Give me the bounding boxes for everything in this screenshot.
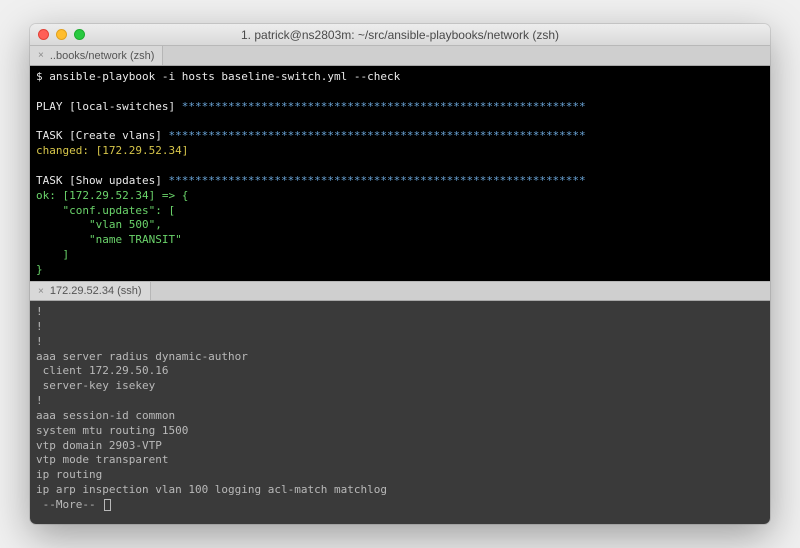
out-line: vtp domain 2903-VTP <box>36 439 162 452</box>
transit-line: "name TRANSIT" <box>36 233 182 246</box>
out-line: ! <box>36 335 43 348</box>
window-title: 1. patrick@ns2803m: ~/src/ansible-playbo… <box>30 28 770 42</box>
task2-label: TASK [Show updates] <box>36 174 168 187</box>
close-tab-icon[interactable]: × <box>38 286 44 297</box>
minimize-icon[interactable] <box>56 29 67 40</box>
command-text: ansible-playbook -i hosts baseline-switc… <box>49 70 400 83</box>
vlan-line: "vlan 500", <box>36 218 162 231</box>
out-line: ! <box>36 320 43 333</box>
traffic-lights <box>38 29 85 40</box>
cursor-icon <box>104 499 111 511</box>
out-line: ! <box>36 394 43 407</box>
ok-arrow: => { <box>155 189 188 202</box>
out-line: aaa server radius dynamic-author <box>36 350 248 363</box>
close-icon[interactable] <box>38 29 49 40</box>
task1-stars: ****************************************… <box>168 129 585 142</box>
task2-stars: ****************************************… <box>168 174 585 187</box>
out-line: system mtu routing 1500 <box>36 424 188 437</box>
out-line: ! <box>36 305 43 318</box>
changed-host: [172.29.52.34] <box>96 144 189 157</box>
prompt: $ <box>36 70 49 83</box>
out-line: ip routing <box>36 468 102 481</box>
terminal-window: 1. patrick@ns2803m: ~/src/ansible-playbo… <box>30 24 770 524</box>
conf-key: "conf.updates": [ <box>36 204 175 217</box>
out-line: aaa session-id common <box>36 409 175 422</box>
out-line: client 172.29.50.16 <box>36 364 168 377</box>
task1-label: TASK [Create vlans] <box>36 129 168 142</box>
terminal-pane-bottom[interactable]: ! ! ! aaa server radius dynamic-author c… <box>30 301 770 524</box>
changed-prefix: changed: <box>36 144 96 157</box>
close-bracket: ] <box>36 248 69 261</box>
play-stars: ****************************************… <box>182 100 586 113</box>
out-line: ip arp inspection vlan 100 logging acl-m… <box>36 483 387 496</box>
bottom-tabbar: × 172.29.52.34 (ssh) <box>30 281 770 301</box>
ok-prefix: ok: <box>36 189 63 202</box>
out-line: server-key isekey <box>36 379 155 392</box>
tab-bottom[interactable]: × 172.29.52.34 (ssh) <box>30 282 151 300</box>
close-tab-icon[interactable]: × <box>38 50 44 61</box>
close-brace: } <box>36 263 43 276</box>
tab-top[interactable]: × ..books/network (zsh) <box>30 46 163 65</box>
out-line: vtp mode transparent <box>36 453 168 466</box>
tab-label: ..books/network (zsh) <box>50 50 155 62</box>
play-label: PLAY [local-switches] <box>36 100 182 113</box>
tab-label: 172.29.52.34 (ssh) <box>50 285 142 297</box>
titlebar: 1. patrick@ns2803m: ~/src/ansible-playbo… <box>30 24 770 46</box>
ok-host: [172.29.52.34] <box>63 189 156 202</box>
more-prompt: --More-- <box>36 498 102 511</box>
top-tabbar: × ..books/network (zsh) <box>30 46 770 66</box>
terminal-pane-top[interactable]: $ ansible-playbook -i hosts baseline-swi… <box>30 66 770 281</box>
zoom-icon[interactable] <box>74 29 85 40</box>
